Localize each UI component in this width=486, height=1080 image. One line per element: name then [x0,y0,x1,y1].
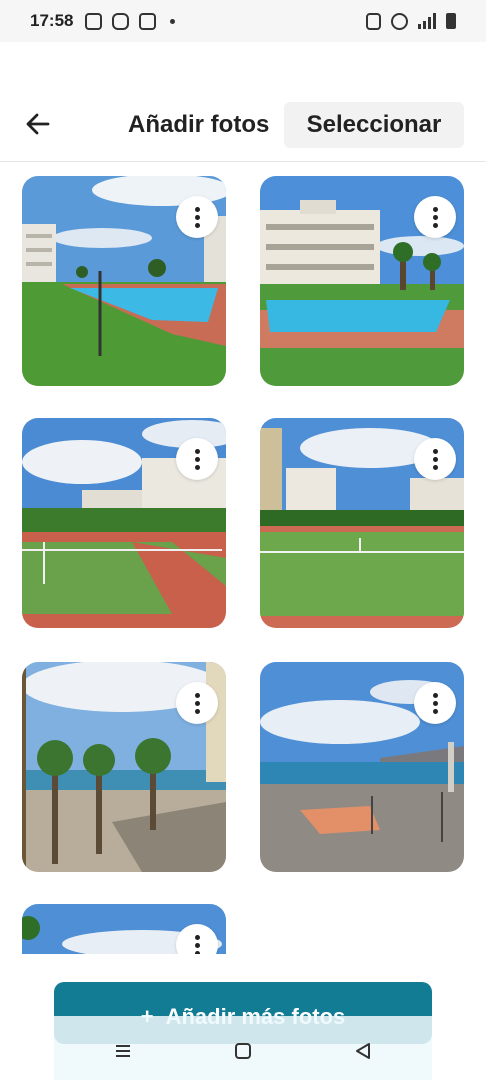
photo-sky[interactable] [22,904,226,954]
photo-menu-button[interactable] [414,682,456,724]
status-time: 17:58 [30,11,74,30]
more-vertical-icon [432,206,438,228]
instagram-icon [112,12,130,30]
more-vertical-icon [194,934,200,954]
more-vertical-icon [194,206,200,228]
photo-menu-button[interactable] [176,438,218,480]
alarm-icon [391,12,408,30]
photo-menu-button[interactable] [176,196,218,238]
photo-menu-button[interactable] [414,196,456,238]
photo-tennis-1[interactable] [22,418,226,628]
nav-recents-button[interactable] [108,1036,138,1066]
photo-beach[interactable] [260,662,464,872]
more-vertical-icon [194,692,200,714]
page-title: Añadir fotos [128,111,270,138]
more-vertical-icon [432,692,438,714]
more-vertical-icon [194,448,200,470]
header: Añadir fotos Seleccionar [0,90,486,162]
status-bar: 17:58 [0,0,486,42]
recents-icon [116,1045,130,1057]
select-button[interactable]: Seleccionar [284,102,464,148]
dot-icon [170,18,176,24]
back-icon [356,1043,370,1059]
photo-menu-button[interactable] [414,438,456,480]
more-vertical-icon [432,448,438,470]
photo-tennis-2[interactable] [260,418,464,628]
arrow-left-icon [26,113,50,135]
back-button[interactable] [22,108,54,140]
photo-menu-button[interactable] [176,682,218,724]
nav-back-button[interactable] [348,1036,378,1066]
photo-pool-1[interactable] [22,176,226,386]
photo-grid [22,176,464,954]
photo-pool-2[interactable] [260,176,464,386]
home-icon [235,1043,251,1059]
battery-icon [446,13,456,29]
gallery-icon [85,12,103,30]
system-nav-bar [0,1022,486,1080]
square-icon [139,12,157,30]
photo-palms[interactable] [22,662,226,872]
nav-home-button[interactable] [228,1036,258,1066]
nfc-icon [366,12,381,30]
signal-icon [418,13,436,29]
